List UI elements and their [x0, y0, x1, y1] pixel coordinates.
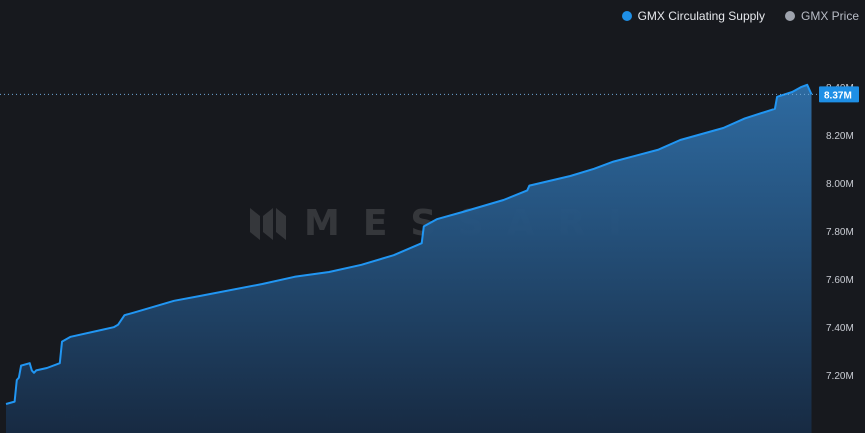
y-tick-label: 8.20M	[826, 131, 854, 142]
supply-area-chart[interactable]: FebAprMayJunJulAugSepOctNovDec2023 7.20M…	[0, 0, 865, 433]
y-axis-ticks: 7.20M7.40M7.60M7.80M8.00M8.20M8.40M	[826, 83, 854, 382]
y-tick-label: 7.60M	[826, 275, 854, 286]
last-value-label: 8.37M	[824, 90, 852, 101]
y-tick-label: 7.20M	[826, 371, 854, 382]
y-tick-label: 7.40M	[826, 323, 854, 334]
y-tick-label: 8.00M	[826, 179, 854, 190]
y-tick-label: 7.80M	[826, 227, 854, 238]
